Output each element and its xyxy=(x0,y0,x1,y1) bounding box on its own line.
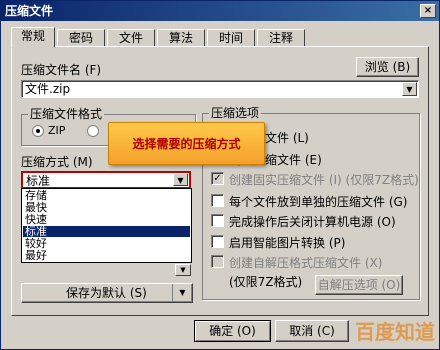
save-default-button[interactable]: 保存为默认 (S) ▼ xyxy=(21,283,193,303)
tab-general[interactable]: 常规 xyxy=(11,27,55,48)
browse-button[interactable]: 浏览 (B) xyxy=(356,57,419,77)
sfx-options-button[interactable]: 自解压选项 (O) xyxy=(315,275,403,295)
method-option-store[interactable]: 存储 xyxy=(23,190,190,201)
method-value: 标准 xyxy=(26,174,51,188)
filename-input[interactable]: 文件.zip ▼ xyxy=(21,80,419,98)
format-zip-label: ZIP xyxy=(48,124,66,137)
ok-button[interactable]: 确定 (O) xyxy=(194,320,271,342)
method-option-best[interactable]: 最好 xyxy=(23,250,190,261)
checkmark-icon: ✓ xyxy=(213,173,222,184)
method-option-good[interactable]: 较好 xyxy=(23,238,190,249)
option-image-convert-label: 启用智能图片转换 (P) xyxy=(229,236,346,250)
tab-comment[interactable]: 注释 xyxy=(257,29,305,47)
watermark-text: 百度知道 xyxy=(355,320,435,344)
filename-label: 压缩文件名 (F) xyxy=(21,63,102,77)
option-shutdown-label: 完成操作后关闭计算机电源 (O) xyxy=(229,215,396,229)
option-solid-label: 创建固实压缩文件 (I) (仅限7Z格式) xyxy=(229,173,419,187)
method-option-fastest[interactable]: 最快 xyxy=(23,202,190,213)
method-tooltip: 选择需要的压缩方式 xyxy=(108,122,265,165)
chevron-down-icon[interactable]: ▼ xyxy=(172,284,192,302)
compress-dialog: 压缩文件 × 常规 密码 文件 算法 时间 注释 压缩文件名 (F) 浏览 (B… xyxy=(0,0,440,350)
window-title: 压缩文件 xyxy=(5,4,54,18)
format-zip-radio[interactable] xyxy=(32,125,44,137)
sfx-format-note: (仅限7Z格式) xyxy=(229,275,303,289)
tab-time[interactable]: 时间 xyxy=(207,29,255,47)
chevron-down-icon[interactable]: ▼ xyxy=(175,264,191,276)
title-bar[interactable]: 压缩文件 × xyxy=(1,1,439,21)
format-other-radio[interactable] xyxy=(87,125,99,137)
filename-value: 文件.zip xyxy=(25,82,71,96)
option-image-convert-checkbox[interactable] xyxy=(211,235,224,248)
chevron-down-icon[interactable]: ▼ xyxy=(402,82,417,96)
method-option-fast[interactable]: 快速 xyxy=(23,214,190,225)
option-separate-archives-label: 每个文件放到单独的压缩文件 (G) xyxy=(229,195,408,209)
format-group-title: 压缩文件格式 xyxy=(28,107,105,121)
close-icon[interactable]: × xyxy=(420,4,436,18)
method-label: 压缩方式 (M) xyxy=(21,155,93,169)
option-sfx-label: 创建自解压格式压缩文件 (X) xyxy=(229,256,383,270)
tab-files[interactable]: 文件 xyxy=(107,29,155,47)
method-option-normal[interactable]: 标准 xyxy=(23,226,190,237)
option-sfx-checkbox[interactable] xyxy=(211,255,224,268)
chevron-down-icon[interactable]: ▼ xyxy=(173,173,188,186)
method-select[interactable]: 标准 ▼ xyxy=(21,171,191,189)
options-group-title: 压缩选项 xyxy=(209,106,262,120)
option-shutdown-checkbox[interactable] xyxy=(211,214,224,227)
option-separate-archives-checkbox[interactable] xyxy=(211,194,224,207)
method-dropdown-list[interactable]: 存储 最快 快速 标准 较好 最好 xyxy=(21,188,192,263)
save-default-label: 保存为默认 (S) xyxy=(66,286,147,300)
option-solid-checkbox[interactable]: ✓ xyxy=(211,172,224,185)
tab-algorithm[interactable]: 算法 xyxy=(157,29,205,47)
cancel-button[interactable]: 取消 (C) xyxy=(275,320,349,342)
tab-password[interactable]: 密码 xyxy=(57,29,105,47)
